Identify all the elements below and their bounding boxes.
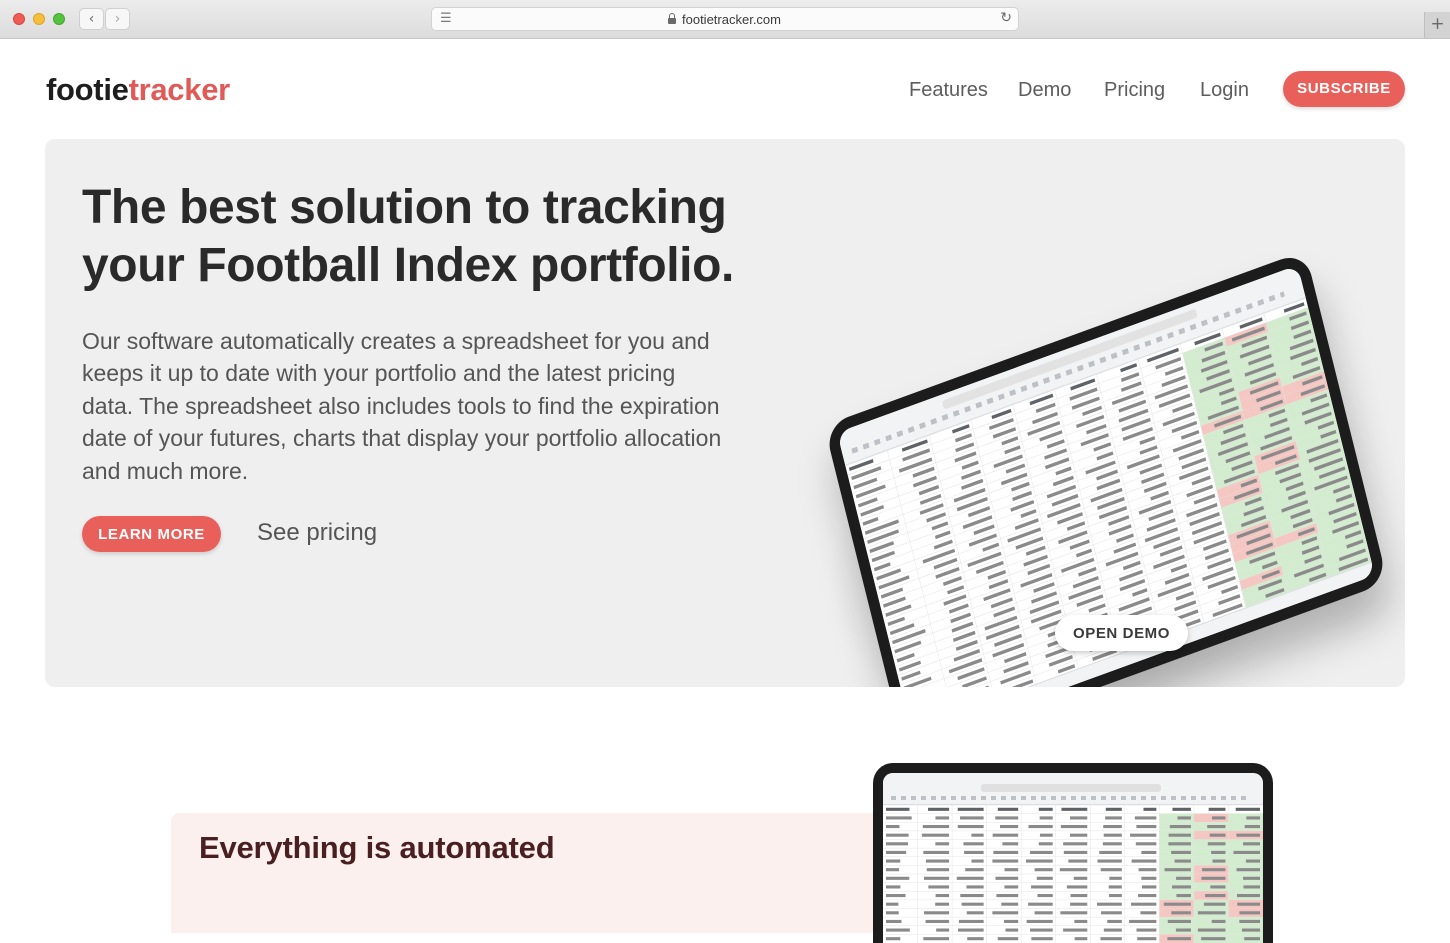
browser-toolbar: ‹ › ☰ footietracker.com ↻ +: [0, 0, 1450, 39]
minimize-window-button[interactable]: [33, 13, 45, 25]
learn-more-button[interactable]: LEARN MORE: [82, 516, 221, 552]
nav-link-pricing[interactable]: Pricing: [1104, 79, 1165, 102]
back-button[interactable]: ‹: [79, 8, 104, 30]
reader-view-icon[interactable]: ☰: [440, 11, 452, 26]
subscribe-button[interactable]: SUBSCRIBE: [1283, 71, 1405, 107]
nav-link-features[interactable]: Features: [909, 79, 988, 102]
spreadsheet-screenshot-2: [883, 773, 1263, 943]
plus-icon: +: [1430, 14, 1445, 34]
sheet-toolbar-2: [883, 773, 1263, 805]
url-text: footietracker.com: [682, 12, 781, 27]
lock-icon: [668, 13, 676, 24]
chevron-right-icon: ›: [114, 11, 121, 27]
address-bar[interactable]: ☰ footietracker.com ↻: [431, 7, 1019, 31]
close-window-button[interactable]: [13, 13, 25, 25]
chevron-left-icon: ‹: [88, 11, 95, 27]
nav-link-demo[interactable]: Demo: [1018, 79, 1071, 102]
forward-button[interactable]: ›: [105, 8, 130, 30]
tablet-mockup-2: [873, 763, 1273, 943]
reload-icon[interactable]: ↻: [1000, 10, 1012, 26]
spreadsheet-grid-2: [883, 805, 1263, 943]
hero-description: Our software automatically creates a spr…: [82, 328, 722, 484]
hero-section: The best solution to tracking your Footb…: [45, 139, 1405, 687]
site-logo[interactable]: footietracker: [46, 72, 230, 108]
logo-part-tracker: tracker: [128, 72, 231, 107]
new-tab-button[interactable]: +: [1424, 12, 1450, 38]
open-demo-button[interactable]: OPEN DEMO: [1055, 615, 1188, 651]
zoom-window-button[interactable]: [53, 13, 65, 25]
feature-title: Everything is automated: [199, 830, 555, 865]
hero-title: The best solution to tracking your Footb…: [82, 181, 734, 292]
logo-part-footie: footie: [46, 72, 129, 107]
see-pricing-link[interactable]: See pricing: [257, 519, 377, 547]
nav-link-login[interactable]: Login: [1200, 79, 1249, 102]
